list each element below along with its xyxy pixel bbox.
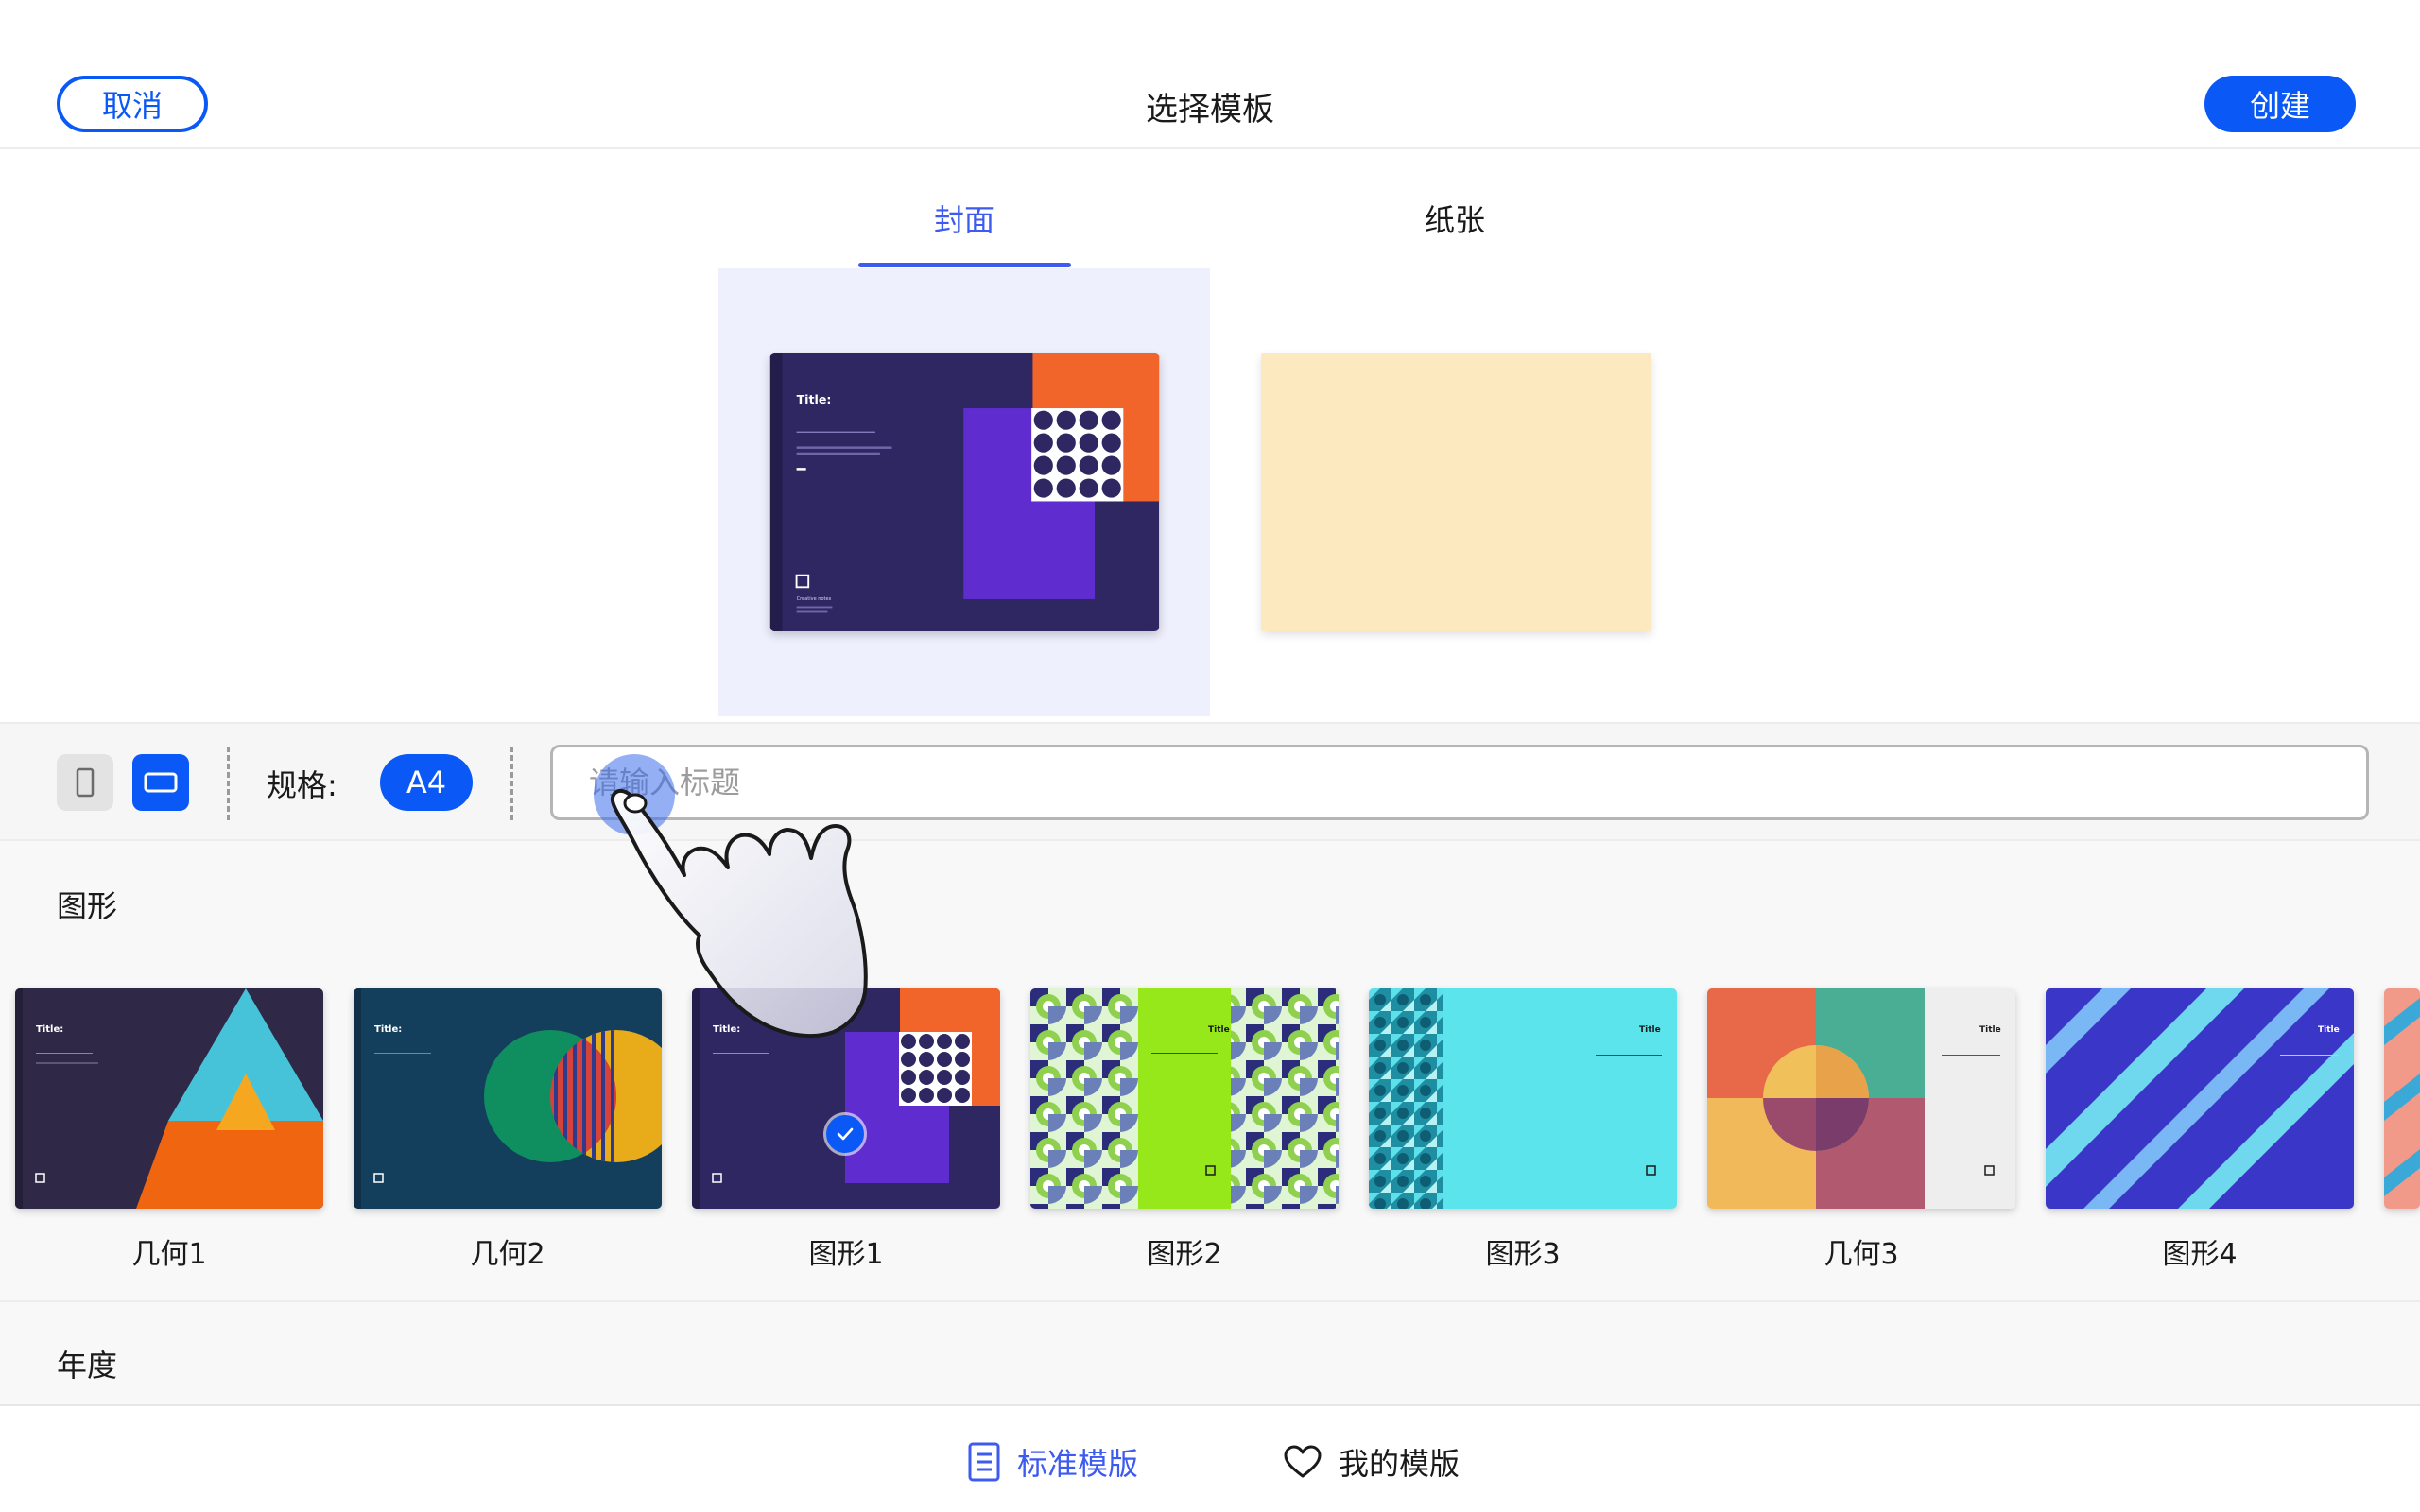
cover-preview[interactable]: Title: Creative notes [769,353,1160,631]
section-title-graphics: 图形 [57,888,118,924]
template-label: 图形3 [1485,1238,1561,1271]
template-label: 几何3 [1824,1238,1899,1271]
cover-preview-art: Title: Creative notes [769,353,1160,631]
section-divider [0,1300,2420,1302]
heart-icon [1284,1445,1322,1478]
svg-text:Title: Title [1208,1025,1230,1035]
toolbar-divider [510,747,513,820]
landscape-toggle[interactable] [132,754,189,811]
tab-my-templates[interactable]: 我的模版 [1284,1440,1460,1484]
template-art: Title [1369,988,1677,1209]
tab-standard-label: 标准模版 [1017,1446,1139,1482]
size-selector[interactable]: A4 [380,754,473,811]
template-picker-screen: 取消 选择模板 创建 封面 纸张 Title: Creative notes 规… [0,0,2420,1512]
svg-text:Title: Title [2318,1025,2340,1035]
template-art: Title [1707,988,2015,1209]
tab-my-label: 我的模版 [1339,1446,1461,1482]
template-label: 图形2 [1147,1238,1222,1271]
template-label: 几何1 [131,1238,207,1271]
header-bar: 取消 选择模板 创建 [0,0,2420,149]
portrait-icon [76,767,95,798]
create-button[interactable]: 创建 [2204,76,2356,132]
selected-check-icon [826,1115,864,1153]
document-list-icon [968,1442,1000,1482]
template-art [2384,988,2420,1209]
tab-standard-templates[interactable]: 标准模版 [968,1440,1138,1484]
active-tab-indicator [858,263,1071,267]
svg-text:Title: Title [1639,1025,1661,1035]
svg-text:Title:: Title: [374,1024,402,1035]
template-art: Title [2046,988,2354,1209]
tab-cover[interactable]: 封面 [822,197,1106,240]
template-card[interactable]: Title [2046,988,2354,1209]
page-title: 选择模板 [1146,91,1274,129]
toolbar-divider [227,747,230,820]
section-title-annual: 年度 [57,1348,118,1383]
template-art: Title [1030,988,1339,1209]
template-label: 图形4 [2162,1238,2238,1271]
template-card[interactable]: Title [1707,988,2015,1209]
size-label: 规格: [267,767,337,803]
tab-paper[interactable]: 纸张 [1313,197,1597,240]
template-card-partial[interactable] [2384,988,2420,1209]
svg-text:Title: Title [1979,1025,2001,1035]
template-label: 几何2 [470,1238,545,1271]
cover-title-text: Title: [797,392,832,406]
paper-preview[interactable] [1261,353,1651,631]
template-card[interactable]: Title: [15,988,323,1209]
portrait-toggle[interactable] [57,754,113,811]
template-card[interactable]: Title [1030,988,1339,1209]
svg-text:Title:: Title: [36,1024,63,1035]
template-card[interactable]: Title [1369,988,1677,1209]
cover-subtitle-text: Creative notes [797,596,832,602]
settings-toolbar: 规格: A4 [0,722,2420,841]
template-art: Title: [15,988,323,1209]
template-label: 图形1 [808,1238,884,1271]
bottom-tab-bar: 标准模版 我的模版 [0,1404,2420,1512]
pointing-hand-icon [610,789,868,1039]
landscape-icon [144,772,178,793]
